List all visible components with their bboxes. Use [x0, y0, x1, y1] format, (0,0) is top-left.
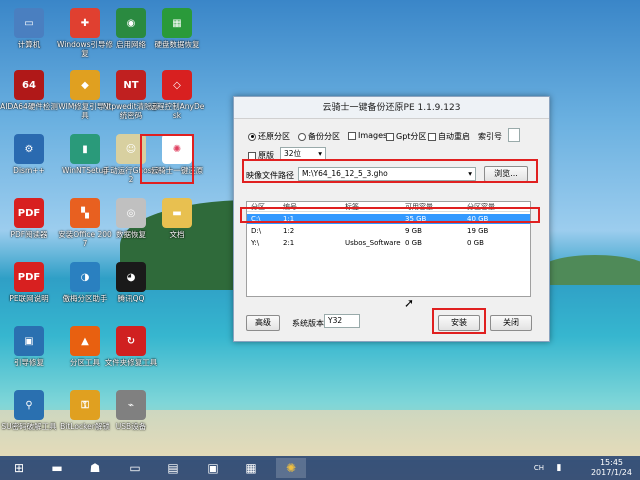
taskbar-network[interactable]: ☗ [80, 458, 110, 478]
ntpwedit-icon: NT [116, 70, 146, 100]
yunqishi-icon: ✺ [285, 461, 297, 475]
toolbox-icon: ✚ [70, 8, 100, 38]
ime-indicator[interactable]: CH [532, 458, 546, 478]
taskbar-yunqishi[interactable]: ✺ [276, 458, 306, 478]
desktop-icon-label: 腾讯QQ [117, 294, 145, 303]
desktop-icon-pdf-doc[interactable]: PDF PE联网说明 [0, 262, 58, 303]
chip-icon: ▦ [245, 461, 257, 475]
desktop-icon-repair[interactable]: ↻ 文件夹修复工具 [102, 326, 160, 367]
aida64-icon: 64 [14, 70, 44, 100]
desktop-icon-label: 文档 [169, 230, 185, 239]
repair-icon: ↻ [116, 326, 146, 356]
desktop-icon-disk-recovery[interactable]: ▦ 硬盘数据恢复 [148, 8, 206, 49]
desktop-icon-aida64[interactable]: 64 AIDA64硬件检测 [0, 70, 58, 111]
desktop-icon-pdf[interactable]: PDF PDF阅读器 [0, 198, 58, 239]
taskbar-hardware[interactable]: ▭ [120, 458, 150, 478]
tray-network-icon[interactable]: ▮ [552, 458, 566, 478]
desktop-icon-gear[interactable]: ⚙ Dism++ [0, 134, 58, 175]
table-row[interactable]: Y:\ 2:1 Usbos_Software 0 GB 0 GB [247, 238, 530, 248]
highlight-yunqishi-icon [140, 134, 194, 184]
window-title: 云骑士一键备份还原PE 1.1.9.123 [234, 97, 549, 119]
taskbar-cmd[interactable]: ▬ [42, 458, 72, 478]
desktop-icon-label: 引导修复 [14, 358, 44, 367]
highlight-install-button [432, 308, 486, 334]
gpt-checkbox[interactable]: Gpt分区 [386, 131, 426, 142]
auto-reboot-checkbox[interactable]: 自动重启 [428, 131, 470, 142]
clock[interactable]: 15:45 2017/1/24 [591, 458, 632, 478]
restore-window[interactable]: 云骑士一键备份还原PE 1.1.9.123 还原分区 备份分区 Images G… [233, 96, 550, 342]
office-icon: ▚ [70, 198, 100, 228]
computer-icon: ▭ [14, 8, 44, 38]
desktop-icon-label: PDF阅读器 [10, 230, 48, 239]
table-row[interactable]: D:\ 1:2 9 GB 19 GB [247, 226, 530, 236]
restore-partition-radio[interactable]: 还原分区 [248, 131, 290, 142]
diskgenius-icon: ▲ [70, 326, 100, 356]
taskbar-screen[interactable]: ▣ [198, 458, 228, 478]
index-label: 索引号 [478, 132, 502, 141]
index-field[interactable] [508, 128, 520, 142]
network-icon: ☗ [89, 461, 101, 475]
system-version-field[interactable]: Y32 [324, 314, 360, 328]
system-version-label: 系统版本 [292, 319, 324, 328]
globe-icon: ◉ [116, 8, 146, 38]
mouse-cursor-icon: ➚ [404, 296, 415, 310]
taskbar-chip[interactable]: ▦ [236, 458, 266, 478]
desktop-icon-label: 硬盘数据恢复 [154, 40, 200, 49]
desktop-icon-usb[interactable]: ⌁ USB设备 [102, 390, 160, 431]
desktop-icon-anydesk[interactable]: ◇ 远程控制AnyDesk [148, 70, 206, 120]
gear-icon: ⚙ [14, 134, 44, 164]
desktop-icon-password[interactable]: ⚲ SU密码破解工具 [0, 390, 58, 431]
desktop-icon-qq[interactable]: ◕ 腾讯QQ [102, 262, 160, 303]
bitlocker-icon: ⚿ [70, 390, 100, 420]
boot-repair-icon: ▣ [14, 326, 44, 356]
desktop-icon-label: 文件夹修复工具 [104, 358, 158, 367]
desktop-icon-label: SU密码破解工具 [1, 422, 57, 431]
desktop-icon-label: PE联网说明 [9, 294, 49, 303]
start-button[interactable]: ⊞ [4, 458, 34, 478]
computer-icon: ▭ [129, 461, 141, 475]
taskbar: ⊞ ▬ ☗ ▭ ▤ ▣ ▦ ✺ CH ▮ 15:45 2017/1/24 [0, 456, 640, 480]
folder-icon: ▤ [167, 461, 179, 475]
desktop-icon-computer[interactable]: ▭ 计算机 [0, 8, 58, 49]
highlight-image-path [242, 159, 538, 183]
partition-icon: ◑ [70, 262, 100, 292]
display-icon: ▣ [207, 461, 219, 475]
close-button[interactable]: 关闭 [490, 315, 532, 331]
anydesk-icon: ◇ [162, 70, 192, 100]
desktop-icon-label: 远程控制AnyDesk [149, 102, 205, 120]
qq-icon: ◕ [116, 262, 146, 292]
desktop-icon-label: 计算机 [17, 40, 41, 49]
wim-icon: ◆ [70, 70, 100, 100]
taskbar-explorer[interactable]: ▤ [158, 458, 188, 478]
backup-partition-radio[interactable]: 备份分区 [298, 131, 340, 142]
desktop-icon-label: AIDA64硬件检测 [0, 102, 58, 111]
desktop-icon-folder[interactable]: ▬ 文档 [148, 198, 206, 239]
advanced-button[interactable]: 高级 [246, 315, 280, 331]
highlight-selected-row [240, 207, 540, 223]
desktop-icon-label: Dism++ [13, 166, 45, 175]
winntsetup-icon: ▮ [70, 134, 100, 164]
pdf-doc-icon: PDF [14, 262, 44, 292]
pdf-icon: PDF [14, 198, 44, 228]
desktop-icon-boot-repair[interactable]: ▣ 引导修复 [0, 326, 58, 367]
disk-recovery-icon: ▦ [162, 8, 192, 38]
password-icon: ⚲ [14, 390, 44, 420]
usb-icon: ⌁ [116, 390, 146, 420]
desktop-icon-label: USB设备 [115, 422, 147, 431]
data-recovery-icon: ◎ [116, 198, 146, 228]
windows-logo-icon: ⊞ [13, 461, 25, 475]
images-checkbox[interactable]: Images [348, 131, 387, 140]
island-hill [540, 255, 640, 285]
folder-icon: ▬ [162, 198, 192, 228]
terminal-icon: ▬ [51, 461, 63, 475]
